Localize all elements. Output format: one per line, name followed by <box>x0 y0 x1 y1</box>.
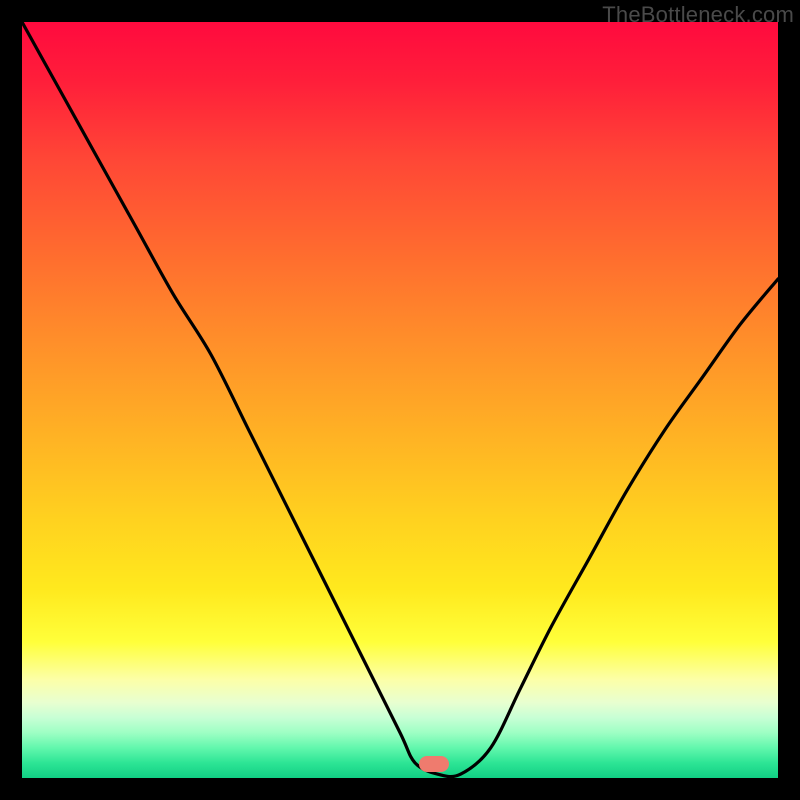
chart-stage: TheBottleneck.com <box>0 0 800 800</box>
plot-area <box>22 22 778 778</box>
watermark-text: TheBottleneck.com <box>602 2 794 28</box>
bottleneck-curve <box>22 22 778 778</box>
optimal-point-marker <box>419 756 449 772</box>
